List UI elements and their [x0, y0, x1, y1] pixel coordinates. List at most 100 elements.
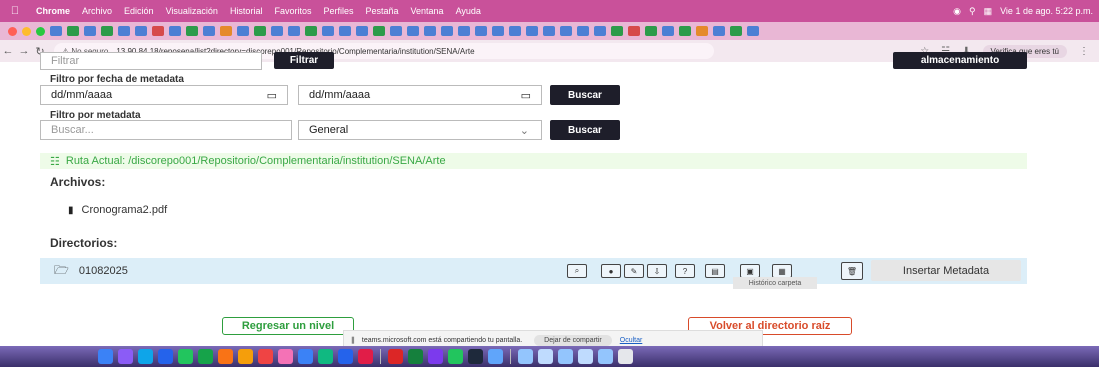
whatsapp-icon[interactable]	[448, 349, 463, 364]
apple-icon[interactable]: 	[0, 5, 30, 17]
menu-ayuda[interactable]: Ayuda	[450, 6, 487, 16]
trash-icon[interactable]: 🗑	[841, 262, 863, 280]
directory-item[interactable]: 🗁 01082025	[54, 261, 128, 282]
calendar-app-icon[interactable]	[258, 349, 273, 364]
messages-icon[interactable]	[178, 349, 193, 364]
app-store-icon[interactable]	[298, 349, 313, 364]
browser-tab[interactable]	[101, 26, 113, 36]
browser-tab[interactable]	[662, 26, 674, 36]
view-icon[interactable]: ⌕	[567, 264, 587, 278]
notes-icon[interactable]	[238, 349, 253, 364]
browser-tab[interactable]	[84, 26, 96, 36]
browser-tab[interactable]	[203, 26, 215, 36]
menubar-clock[interactable]: Vie 1 de ago. 5:22 p.m.	[1000, 6, 1093, 16]
browser-tab[interactable]	[118, 26, 130, 36]
browser-tab[interactable]	[237, 26, 249, 36]
drag-handle-icon[interactable]: ❚	[350, 336, 356, 344]
browser-tab[interactable]	[594, 26, 606, 36]
browser-tab[interactable]	[543, 26, 555, 36]
metadata-search-button[interactable]: Buscar	[550, 120, 620, 140]
storage-button[interactable]: almacenamiento	[893, 52, 1027, 69]
finder-icon[interactable]	[98, 349, 113, 364]
browser-tab[interactable]	[730, 26, 742, 36]
browser-tab[interactable]	[254, 26, 266, 36]
edit-icon[interactable]: ✎	[624, 264, 644, 278]
back-level-button[interactable]: Regresar un nivel	[222, 317, 354, 335]
window-zoom-icon[interactable]	[36, 26, 45, 36]
recent-window-icon[interactable]	[558, 349, 573, 364]
forward-arrow-icon[interactable]: →	[16, 45, 32, 57]
menu-app-name[interactable]: Chrome	[30, 6, 76, 16]
browser-tab[interactable]	[135, 26, 147, 36]
browser-tab[interactable]	[288, 26, 300, 36]
help-icon[interactable]: ?	[675, 264, 695, 278]
photos-icon[interactable]	[218, 349, 233, 364]
search-icon[interactable]: ⚲	[969, 6, 976, 17]
browser-tab[interactable]	[152, 26, 164, 36]
recent-window-icon[interactable]	[598, 349, 613, 364]
menu-edicion[interactable]: Edición	[118, 6, 160, 16]
teams-icon[interactable]	[338, 349, 353, 364]
menu-perfiles[interactable]: Perfiles	[317, 6, 359, 16]
browser-tab[interactable]	[645, 26, 657, 36]
acrobat-icon[interactable]	[388, 349, 403, 364]
more-menu-icon[interactable]: ⋮	[1079, 46, 1089, 57]
date-from-input[interactable]: dd/mm/aaaa ▭	[40, 85, 288, 105]
browser-tab[interactable]	[50, 26, 62, 36]
mail-icon[interactable]	[158, 349, 173, 364]
metadata-search-input[interactable]: Buscar...	[40, 120, 292, 140]
recent-window-icon[interactable]	[518, 349, 533, 364]
file-name[interactable]: Cronograma2.pdf	[82, 204, 168, 216]
browser-tab[interactable]	[441, 26, 453, 36]
menu-visualizacion[interactable]: Visualización	[160, 6, 224, 16]
back-arrow-icon[interactable]: ←	[0, 45, 16, 57]
info-icon[interactable]: ▤	[705, 264, 725, 278]
wifi-icon[interactable]: ◉	[953, 6, 961, 17]
teams-dock-icon[interactable]	[428, 349, 443, 364]
calendar-icon[interactable]: ▭	[267, 89, 277, 102]
directory-name[interactable]: 01082025	[79, 265, 128, 277]
browser-tab[interactable]	[679, 26, 691, 36]
browser-tab[interactable]	[492, 26, 504, 36]
browser-tab[interactable]	[220, 26, 232, 36]
hide-share-bar-link[interactable]: Ocultar	[620, 337, 643, 344]
browser-tab[interactable]	[526, 26, 538, 36]
archive-icon[interactable]: ▦	[772, 264, 792, 278]
browser-tab[interactable]	[424, 26, 436, 36]
browser-tab[interactable]	[169, 26, 181, 36]
recent-window-icon[interactable]	[578, 349, 593, 364]
launchpad-icon[interactable]	[118, 349, 133, 364]
recent-window-icon[interactable]	[538, 349, 553, 364]
excel-icon[interactable]	[408, 349, 423, 364]
browser-tab[interactable]	[339, 26, 351, 36]
calendar-icon[interactable]: ▭	[521, 89, 531, 102]
chrome-icon[interactable]	[358, 349, 373, 364]
browser-tab[interactable]	[390, 26, 402, 36]
menu-pestana[interactable]: Pestaña	[359, 6, 404, 16]
menu-favoritos[interactable]: Favoritos	[268, 6, 317, 16]
browser-tab[interactable]	[577, 26, 589, 36]
menu-archivo[interactable]: Archivo	[76, 6, 118, 16]
browser-tab[interactable]	[713, 26, 725, 36]
menu-ventana[interactable]: Ventana	[405, 6, 450, 16]
browser-tab[interactable]	[322, 26, 334, 36]
maps-icon[interactable]	[318, 349, 333, 364]
terminal-icon[interactable]	[468, 349, 483, 364]
browser-tab[interactable]	[407, 26, 419, 36]
date-to-input[interactable]: dd/mm/aaaa ▭	[298, 85, 542, 105]
browser-tab[interactable]	[67, 26, 79, 36]
menu-historial[interactable]: Historial	[224, 6, 269, 16]
browser-tab[interactable]	[475, 26, 487, 36]
browser-tab[interactable]	[356, 26, 368, 36]
stop-sharing-button[interactable]: Dejar de compartir	[534, 334, 612, 346]
lock-icon[interactable]: ●	[601, 264, 621, 278]
browser-tab[interactable]	[628, 26, 640, 36]
browser-tab[interactable]	[458, 26, 470, 36]
control-center-icon[interactable]: ▦	[984, 6, 993, 17]
browser-tab[interactable]	[373, 26, 385, 36]
filter-input[interactable]: Filtrar	[40, 52, 262, 70]
file-item[interactable]: ▮ Cronograma2.pdf	[68, 204, 167, 216]
preview-icon[interactable]	[488, 349, 503, 364]
insert-metadata-button[interactable]: Insertar Metadata	[871, 260, 1021, 281]
browser-tab[interactable]	[560, 26, 572, 36]
